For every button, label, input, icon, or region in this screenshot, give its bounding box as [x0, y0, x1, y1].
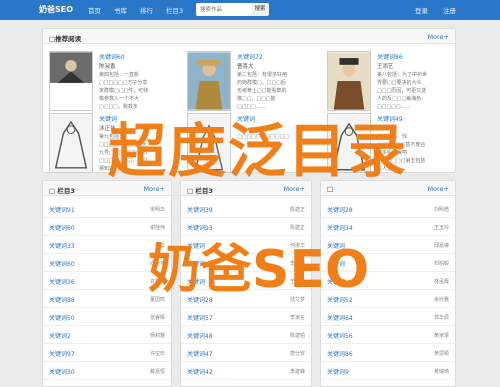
- list-item-title[interactable]: 关键词57: [187, 313, 213, 322]
- list-item-author: 余欣雅: [433, 297, 449, 303]
- book-title[interactable]: 关键词60: [99, 52, 125, 61]
- list-item[interactable]: 关键词47 唐仕安: [181, 344, 311, 362]
- list-item[interactable]: 关键词64 郭华辰: [321, 308, 455, 326]
- list-item-author: 李建峰: [289, 369, 305, 375]
- list-item-title[interactable]: 关键词30: [49, 367, 75, 376]
- featured-more-link[interactable]: More+: [427, 33, 449, 41]
- list-item-author: 李家言: [289, 315, 305, 321]
- list-item-title[interactable]: 关键词64: [327, 313, 353, 322]
- register-link[interactable]: 注册: [443, 5, 456, 15]
- column-panel-title: □ 栏目3: [49, 187, 75, 195]
- search-input[interactable]: [196, 3, 251, 16]
- list-item-title[interactable]: 关键词48: [187, 331, 213, 340]
- list-item-author: 郭华辰: [433, 315, 449, 321]
- list-item[interactable]: 关键词56 黄家珉: [321, 326, 455, 344]
- top-navbar: 奶爸SEO 首页 书库 排行 栏目3 搜索 登录 注册: [0, 0, 500, 20]
- list-item-author: 陈建正: [289, 207, 305, 213]
- list-item-author: 王玉玲: [433, 225, 449, 231]
- list-item[interactable]: 关键词86 黄思颖: [321, 344, 455, 362]
- watermark-text-primary: 超度泛目录: [108, 117, 409, 185]
- featured-panel-title: □推荐阅读: [49, 35, 82, 43]
- list-item-title[interactable]: 关键词56: [327, 331, 353, 340]
- list-item[interactable]: 关键词50 张睿晖: [43, 308, 171, 326]
- list-item-title[interactable]: 关键词60: [49, 223, 75, 232]
- site-logo[interactable]: 奶爸SEO: [39, 4, 73, 15]
- list-item-title[interactable]: 关键词91: [49, 205, 75, 214]
- list-item[interactable]: 关键词2 杨莉雅: [43, 326, 171, 344]
- list-item[interactable]: 关键词42 李建峰: [181, 362, 311, 380]
- list-item-author: 邓柏毅: [433, 261, 449, 267]
- list-item[interactable]: 关键词30 戴嘉恒: [43, 362, 171, 380]
- list-item-author: 戴嘉恒: [149, 369, 165, 375]
- book-cover-image[interactable]: [187, 51, 231, 111]
- list-item-author: 林孟辉: [433, 279, 449, 285]
- list-item-title[interactable]: 关键词39: [187, 205, 213, 214]
- featured-panel-header: □推荐阅读 More+: [43, 29, 455, 44]
- nav-link-ranking[interactable]: 排行: [140, 5, 153, 15]
- book-author: 曹喜大: [237, 64, 254, 70]
- list-item-title[interactable]: 关键词9: [327, 367, 349, 376]
- watermark-text-secondary: 奶爸SEO: [148, 240, 370, 300]
- list-item-author: 黄家珉: [433, 333, 449, 339]
- book-author: 王添艺: [377, 64, 394, 70]
- book-cover-image[interactable]: [49, 51, 93, 111]
- nav-link-column3[interactable]: 栏目3: [166, 5, 183, 15]
- list-item-title[interactable]: 关键词2: [49, 331, 71, 340]
- book-author: 陈淑香: [99, 64, 116, 70]
- nav-link-home[interactable]: 首页: [88, 5, 101, 15]
- list-item-author: 唐仕安: [289, 351, 305, 357]
- column-more-link[interactable]: More+: [427, 185, 449, 193]
- book-title[interactable]: 关键词72: [237, 52, 263, 61]
- list-item[interactable]: 关键词9 黄瑞琦: [321, 362, 455, 380]
- list-item-title[interactable]: 关键词28: [327, 205, 353, 214]
- list-item-author: 宋明华: [149, 207, 165, 213]
- list-item-author: 邱嘉琳: [433, 243, 449, 249]
- list-item-title[interactable]: 关键词88: [49, 295, 75, 304]
- list-item[interactable]: 关键词91 宋明华: [43, 200, 171, 218]
- list-item-title[interactable]: 关键词33: [49, 241, 75, 250]
- list-item-author: 刘明皓: [433, 207, 449, 213]
- list-item-title[interactable]: 关键词47: [187, 349, 213, 358]
- search-button[interactable]: 搜索: [251, 3, 269, 16]
- list-item[interactable]: 关键词28 刘明皓: [321, 200, 455, 218]
- login-link[interactable]: 登录: [415, 5, 428, 15]
- list-item-title[interactable]: 关键词60: [49, 259, 75, 268]
- list-item-author: 杨莉雅: [149, 333, 165, 339]
- book-cover-image[interactable]: [327, 51, 371, 111]
- book-cover-image[interactable]: [49, 113, 93, 173]
- list-item-author: 许宝珍: [149, 351, 165, 357]
- list-item-title[interactable]: 关键词42: [187, 367, 213, 376]
- list-item[interactable]: 关键词48 陈建柏: [181, 326, 311, 344]
- list-item[interactable]: 关键词39 陈建正: [181, 200, 311, 218]
- list-item[interactable]: 关键词97 许宝珍: [43, 344, 171, 362]
- book-title[interactable]: 关键词86: [377, 52, 403, 61]
- list-item-author: 黄瑞琦: [433, 369, 449, 375]
- list-item-title[interactable]: 关键词36: [49, 277, 75, 286]
- list-item[interactable]: 关键词57 李家言: [181, 308, 311, 326]
- nav-link-library[interactable]: 书库: [114, 5, 127, 15]
- list-item-author: 黄思颖: [433, 351, 449, 357]
- list-item-title[interactable]: 关键词97: [49, 349, 75, 358]
- list-item-title[interactable]: 关键词50: [49, 313, 75, 322]
- list-item-author: 陈建柏: [289, 333, 305, 339]
- list-item-title[interactable]: 关键词86: [327, 349, 353, 358]
- list-item-author: 张睿晖: [149, 315, 165, 321]
